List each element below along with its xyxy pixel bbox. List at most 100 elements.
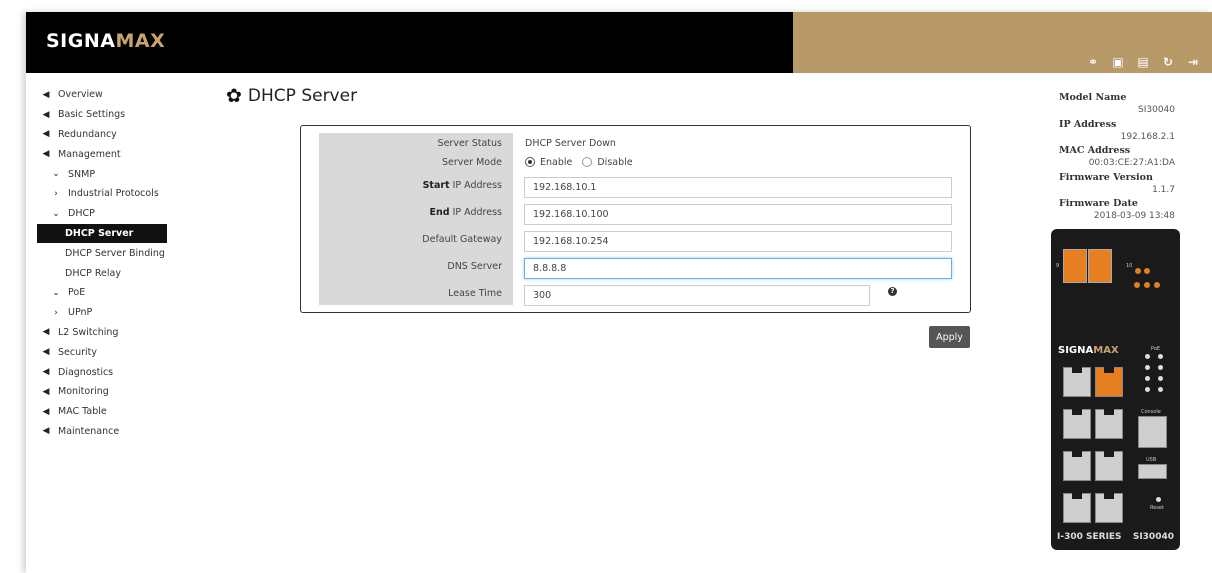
chevron-down-icon: ⌄ [52, 287, 60, 298]
rj45-port [1063, 367, 1091, 397]
reset-button [1156, 497, 1161, 502]
sidebar-item-dhcp-relay[interactable]: DHCP Relay [37, 263, 167, 283]
sidebar-item-l2-switching[interactable]: ◀ L2 Switching [37, 323, 167, 343]
server-mode-label: Server Mode [441, 156, 502, 168]
brand-logo-part2: MAX [115, 30, 166, 52]
end-ip-label: End IP Address [429, 206, 502, 218]
server-mode-row: Server Mode Enable Disable [301, 151, 970, 173]
save-config-icon[interactable]: ▤ [1136, 56, 1150, 68]
help-icon[interactable]: ? [888, 287, 897, 296]
firmware-version-value: 1.1.7 [1152, 184, 1175, 195]
gateway-input[interactable]: 192.168.10.254 [524, 231, 952, 252]
header-toolbar: ⚭ ▣ ▤ ↻ ⇥ [1086, 56, 1200, 68]
poe-led [1158, 365, 1163, 370]
send-icon: ◀ [42, 367, 50, 378]
chevron-down-icon: ⌄ [52, 208, 60, 219]
sidebar-item-overview[interactable]: ◀ Overview [37, 85, 167, 105]
sidebar-item-label: DHCP [68, 208, 95, 220]
status-led [1144, 282, 1150, 288]
server-status-label: Server Status [437, 137, 502, 149]
rj45-port-active [1095, 367, 1123, 397]
sidebar-item-label: Diagnostics [58, 366, 114, 378]
sidebar-item-redundancy[interactable]: ◀ Redundancy [37, 125, 167, 145]
sidebar-item-label: Security [58, 346, 98, 358]
mac-address-value: 00:03:CE:27:A1:DA [1088, 158, 1175, 168]
sidebar-item-security[interactable]: ◀ Security [37, 342, 167, 362]
dns-input[interactable]: 8.8.8.8 [524, 258, 952, 279]
lease-label: Lease Time [448, 287, 502, 299]
mode-enable-radio[interactable] [525, 157, 535, 167]
logout-icon[interactable]: ⇥ [1186, 56, 1200, 68]
sidebar-item-label: Maintenance [58, 425, 120, 437]
sidebar-item-upnp[interactable]: › UPnP [37, 303, 167, 323]
refresh-icon[interactable]: ↻ [1161, 56, 1175, 68]
dhcp-settings-panel: Server Status DHCP Server Down Server Mo… [300, 125, 971, 313]
sidebar-item-label: DHCP Server [65, 227, 134, 239]
sidebar-item-label: Management [58, 148, 121, 160]
port-10-label: 10 [1126, 263, 1133, 269]
sidebar-item-label: Basic Settings [58, 109, 126, 121]
sidebar-item-label: DHCP Server Binding [65, 247, 165, 259]
poe-led [1158, 354, 1163, 359]
sidebar-item-industrial-protocols[interactable]: › Industrial Protocols [37, 184, 167, 204]
rj45-port [1063, 451, 1091, 481]
gateway-label: Default Gateway [422, 233, 502, 245]
dns-label: DNS Server [447, 260, 502, 272]
lease-input[interactable]: 300 [524, 285, 870, 306]
link-icon[interactable]: ⚭ [1086, 56, 1100, 68]
brand-logo: SIGNAMAX [46, 30, 165, 52]
sidebar-item-label: DHCP Relay [65, 267, 121, 279]
console-label: Console [1141, 409, 1161, 415]
save-icon[interactable]: ▣ [1111, 56, 1125, 68]
poe-label: PoE [1151, 346, 1161, 352]
sidebar-item-dhcp[interactable]: ⌄ DHCP [37, 204, 167, 224]
status-led [1144, 268, 1150, 274]
server-status-value: DHCP Server Down [525, 137, 616, 149]
start-ip-input[interactable]: 192.168.10.1 [524, 177, 952, 198]
brand-logo-part1: SIGNA [46, 30, 116, 52]
sidebar-item-label: Monitoring [58, 386, 109, 398]
server-mode-options: Enable Disable [525, 157, 633, 168]
usb-label: USB [1146, 457, 1157, 463]
sidebar-item-monitoring[interactable]: ◀ Monitoring [37, 382, 167, 402]
ip-address-value: 192.168.2.1 [1120, 131, 1175, 142]
sfp-port-9 [1063, 249, 1087, 283]
send-icon: ◀ [42, 347, 50, 358]
apply-button[interactable]: Apply [929, 326, 970, 348]
port-9-label: 9 [1056, 263, 1060, 269]
status-led [1135, 268, 1141, 274]
firmware-date-value: 2018-03-09 13:48 [1093, 211, 1175, 221]
page-title: ✿ DHCP Server [226, 85, 357, 107]
rj45-port [1095, 493, 1123, 523]
end-ip-input[interactable]: 192.168.10.100 [524, 204, 952, 225]
mode-enable-label: Enable [540, 156, 573, 168]
send-icon: ◀ [42, 386, 50, 397]
mode-disable-label: Disable [597, 156, 633, 168]
device-panel-image: 9 10 SIGNAMAX PoE Console USB Reset I-30… [1051, 229, 1180, 550]
sidebar-item-diagnostics[interactable]: ◀ Diagnostics [37, 362, 167, 382]
sidebar-item-mac-table[interactable]: ◀ MAC Table [37, 402, 167, 422]
rj45-port [1063, 409, 1091, 439]
status-led [1154, 282, 1160, 288]
model-name-value: SI30040 [1138, 105, 1175, 115]
send-icon: ◀ [42, 327, 50, 338]
device-brand: SIGNAMAX [1058, 345, 1119, 356]
sidebar-item-label: L2 Switching [58, 326, 119, 338]
sidebar-item-poe[interactable]: ⌄ PoE [37, 283, 167, 303]
sidebar-item-dhcp-server-binding[interactable]: DHCP Server Binding [37, 243, 167, 263]
send-icon: ◀ [42, 109, 50, 120]
sidebar-item-label: MAC Table [58, 406, 107, 418]
rj45-port [1095, 451, 1123, 481]
sidebar-item-dhcp-server[interactable]: DHCP Server [37, 223, 167, 244]
sidebar-item-management[interactable]: ◀ Management [37, 144, 167, 164]
poe-led [1145, 376, 1150, 381]
mode-disable-radio[interactable] [582, 157, 593, 167]
gear-icon: ✿ [226, 85, 242, 107]
poe-led [1145, 387, 1150, 392]
sidebar-item-maintenance[interactable]: ◀ Maintenance [37, 422, 167, 442]
device-info: Model Name SI30040 IP Address 192.168.2.… [1059, 91, 1175, 224]
sidebar-item-basic-settings[interactable]: ◀ Basic Settings [37, 105, 167, 125]
start-ip-label: Start IP Address [422, 179, 502, 191]
sidebar-item-snmp[interactable]: ⌄ SNMP [37, 164, 167, 184]
sfp-port-10 [1088, 249, 1112, 283]
